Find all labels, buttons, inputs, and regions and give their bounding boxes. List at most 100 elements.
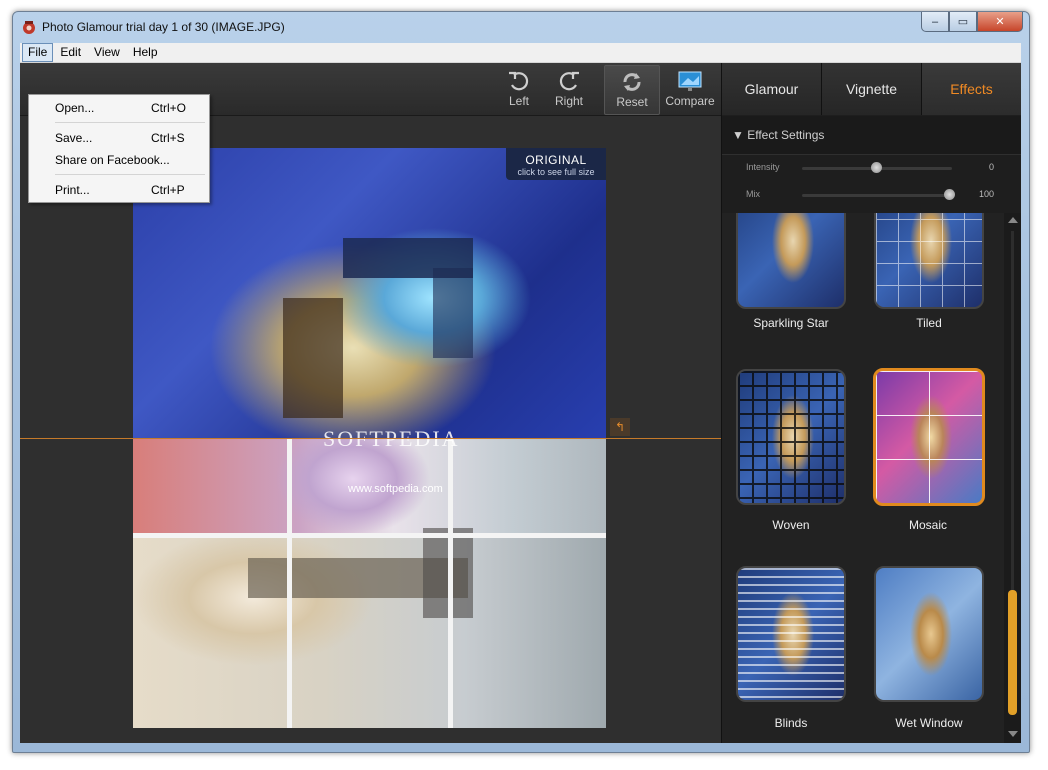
woven-overlay	[738, 371, 844, 503]
effect-caption: Tiled	[916, 316, 942, 330]
app-icon	[23, 21, 35, 34]
mix-slider-row: Mix 100	[722, 184, 1021, 206]
reset-button[interactable]: Reset	[604, 65, 660, 115]
effect-preview	[736, 369, 846, 505]
scroll-up-icon[interactable]	[1008, 217, 1018, 223]
menu-view[interactable]: View	[88, 43, 126, 62]
close-button[interactable]: ✕	[977, 12, 1023, 32]
watermark: SOFTPEDIA	[323, 426, 460, 451]
minimize-button[interactable]: ‒	[921, 12, 949, 32]
watermark-url: www.softpedia.com	[348, 483, 443, 495]
rotate-left-label: Left	[508, 94, 529, 108]
window-title: Photo Glamour trial day 1 of 30 (IMAGE.J…	[42, 20, 285, 34]
intensity-value: 0	[988, 162, 994, 172]
effect-caption: Sparkling Star	[753, 316, 829, 330]
rotate-left-button[interactable]: Left	[492, 65, 546, 113]
file-menu-share-facebook[interactable]: Share on Facebook...	[29, 151, 209, 169]
effect-settings-title: ▼ Effect Settings	[732, 128, 824, 142]
reset-label: Reset	[616, 95, 648, 109]
original-hint: click to see full size	[517, 167, 595, 177]
menu-item-label: Print...	[55, 183, 90, 197]
effect-thumb-tiled[interactable]: Tiled	[874, 213, 984, 330]
tab-effects[interactable]: Effects	[922, 63, 1021, 115]
maximize-icon: ▭	[957, 16, 969, 28]
menu-item-shortcut: Ctrl+S	[151, 131, 185, 145]
client-area: File Edit View Help Left Right Reset Com…	[20, 43, 1021, 743]
mix-track[interactable]	[802, 194, 952, 197]
menu-item-label: Share on Facebook...	[55, 153, 170, 167]
effect-preview	[874, 213, 984, 309]
grid-line	[287, 439, 292, 728]
close-icon: ✕	[995, 16, 1005, 28]
intensity-label: Intensity	[746, 162, 780, 172]
compare-button[interactable]: Compare	[663, 65, 717, 113]
rotate-right-icon	[559, 71, 579, 91]
effect-preview	[874, 566, 984, 702]
tile-overlay	[876, 213, 982, 307]
effects-gallery: Sparkling Star Tiled Woven Mosaic Blinds	[722, 213, 1004, 743]
effect-thumb-blinds[interactable]: Blinds	[736, 566, 846, 730]
effect-caption: Blinds	[774, 716, 808, 730]
mosaic-block	[283, 298, 343, 418]
right-panel: Glamour Vignette Effects ▼ Effect Settin…	[721, 63, 1021, 743]
compare-icon	[678, 71, 702, 91]
scrollbar-thumb[interactable]	[1008, 590, 1017, 715]
file-menu-open[interactable]: Open... Ctrl+O	[29, 99, 209, 117]
app-window: Photo Glamour trial day 1 of 30 (IMAGE.J…	[12, 11, 1030, 753]
menu-edit[interactable]: Edit	[54, 43, 87, 62]
menu-item-shortcut: Ctrl+O	[151, 101, 187, 115]
effect-caption: Mosaic	[908, 518, 947, 532]
rotate-right-button[interactable]: Right	[542, 65, 596, 113]
tab-glamour[interactable]: Glamour	[722, 63, 822, 115]
rotate-right-label: Right	[554, 94, 583, 108]
file-menu-print[interactable]: Print... Ctrl+P	[29, 181, 209, 199]
effect-settings-label: Effect Settings	[747, 128, 825, 142]
file-menu-save[interactable]: Save... Ctrl+S	[29, 129, 209, 147]
menu-item-shortcut: Ctrl+P	[151, 183, 185, 197]
collapse-triangle-icon: ▼	[732, 128, 748, 142]
effect-preview	[873, 368, 985, 506]
split-handle-icon[interactable]: ↰	[610, 418, 630, 436]
title-bar[interactable]: Photo Glamour trial day 1 of 30 (IMAGE.J…	[13, 12, 1029, 42]
rotate-left-icon	[509, 71, 529, 91]
tab-vignette[interactable]: Vignette	[822, 63, 922, 115]
menu-item-label: Save...	[55, 131, 93, 145]
menu-bar: File Edit View Help	[20, 43, 1021, 63]
scroll-down-icon[interactable]	[1008, 731, 1018, 737]
original-title: ORIGINAL	[525, 153, 587, 167]
menu-file[interactable]: File	[22, 43, 54, 62]
grid-line	[133, 533, 606, 538]
menu-help[interactable]: Help	[127, 43, 164, 62]
intensity-thumb[interactable]	[871, 162, 882, 173]
mosaic-block	[433, 268, 473, 358]
mix-label: Mix	[746, 189, 760, 199]
effect-thumb-woven[interactable]: Woven	[736, 369, 846, 532]
split-line[interactable]	[20, 438, 721, 439]
mix-value: 100	[978, 189, 994, 199]
menu-separator	[55, 174, 205, 175]
menu-item-label: Open...	[55, 101, 95, 115]
effect-thumb-wet-window[interactable]: Wet Window	[874, 566, 984, 730]
minimize-icon: ‒	[931, 15, 939, 28]
effect-thumb-sparkling-star[interactable]: Sparkling Star	[736, 213, 846, 330]
intensity-slider-row: Intensity 0	[722, 157, 1021, 179]
blinds-overlay	[738, 568, 844, 700]
gallery-scrollbar[interactable]	[1004, 213, 1021, 743]
effect-settings-header[interactable]: ▼ Effect Settings	[722, 116, 1021, 155]
reset-icon	[623, 73, 641, 91]
original-label[interactable]: ORIGINAL click to see full size	[506, 148, 606, 180]
tab-bar: Glamour Vignette Effects	[722, 63, 1021, 115]
menu-separator	[55, 122, 205, 123]
grid-line	[448, 439, 453, 728]
preview-canvas[interactable]: ORIGINAL click to see full size SOFTPEDI…	[20, 116, 721, 743]
effect-caption: Woven	[772, 518, 810, 532]
file-menu-dropdown: Open... Ctrl+O Save... Ctrl+S Share on F…	[28, 94, 210, 203]
mix-thumb[interactable]	[944, 189, 955, 200]
effect-caption: Wet Window	[895, 716, 963, 730]
effect-preview	[736, 566, 846, 702]
compare-label: Compare	[665, 94, 715, 108]
effect-thumb-mosaic[interactable]: Mosaic	[873, 368, 985, 532]
maximize-button[interactable]: ▭	[949, 12, 977, 32]
mosaic-overlay	[876, 371, 982, 503]
effect-preview	[736, 213, 846, 309]
